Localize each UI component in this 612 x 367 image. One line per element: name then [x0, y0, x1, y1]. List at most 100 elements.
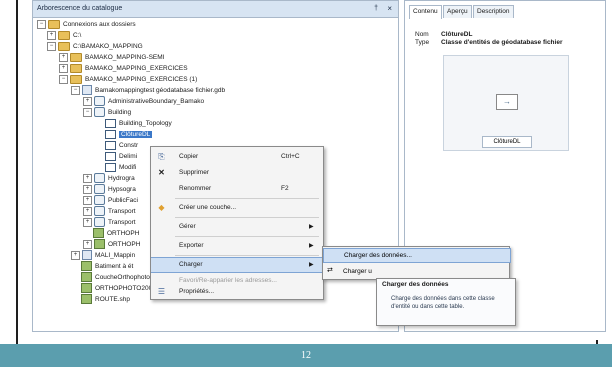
tree-node[interactable]: − BAMAKO_MAPPING_EXERCICES (1) — [59, 74, 197, 85]
expand-icon[interactable]: + — [83, 195, 92, 205]
expand-icon[interactable]: + — [83, 173, 92, 183]
collapse-icon[interactable]: − — [47, 41, 56, 51]
tab-apercu[interactable]: Aperçu — [443, 5, 472, 18]
menu-separator — [175, 217, 319, 218]
catalog-tree-title: Arborescence du catalogue — [37, 5, 123, 12]
load-submenu: Charger des données... ⇄ Charger u — [322, 246, 511, 280]
menu-item-supprimer[interactable]: ✕ Supprimer — [151, 165, 323, 181]
tree-node[interactable]: + MALI_Mappin — [71, 250, 135, 261]
menu-item-gerer[interactable]: Gérer ▶ — [151, 219, 323, 235]
tree-node[interactable]: + BAMAKO_MAPPING_EXERCICES — [59, 63, 188, 74]
collapse-icon[interactable]: − — [83, 107, 92, 117]
feature-class-icon — [105, 162, 116, 172]
geodatabase-icon — [82, 250, 92, 261]
slide-border-left — [16, 0, 18, 350]
tree-node-label: Transport — [108, 208, 136, 215]
shapefile-icon — [81, 272, 92, 283]
tree-node-label: Connexions aux dossiers — [63, 21, 136, 28]
item-preview[interactable]: → ClôtureDL — [443, 55, 569, 151]
tooltip-body: Charge des données dans cette classe d'e… — [391, 296, 495, 310]
tree-node[interactable]: − Building — [83, 107, 131, 118]
tree-node[interactable]: + PublicFaci — [83, 195, 138, 206]
item-properties: Nom ClôtureDL Type Classe d'entités de géo… — [415, 31, 562, 47]
menu-item-charger-donnees[interactable]: Charger des données... — [323, 248, 511, 263]
menu-item-label: Charger des données... — [344, 252, 412, 259]
tree-node[interactable]: ROUTE.shp — [81, 294, 130, 305]
expand-icon[interactable]: + — [47, 30, 56, 40]
menu-item-creer-couche[interactable]: ◆ Créer une couche... — [151, 200, 323, 216]
tree-node-label: AdministrativeBoundary_Bamako — [108, 98, 205, 105]
expand-icon[interactable]: + — [83, 184, 92, 194]
tree-node[interactable]: − C:\BAMAKO_MAPPING — [47, 41, 143, 52]
name-value: ClôtureDL — [441, 31, 473, 38]
raster-icon — [94, 239, 105, 250]
menu-item-charger-autre[interactable]: ⇄ Charger u — [323, 264, 509, 279]
tree-node-label: Constr — [119, 142, 139, 149]
tree-node-label: ORTHOPH — [108, 241, 141, 248]
expand-icon[interactable]: + — [83, 206, 92, 216]
expand-icon[interactable]: + — [83, 96, 92, 106]
tooltip-title: Charger des données — [382, 281, 449, 288]
menu-shortcut: Ctrl+C — [281, 153, 300, 160]
menu-item-label: Copier — [179, 153, 199, 160]
tree-node-label: ROUTE.shp — [95, 296, 131, 303]
tree-node[interactable]: + Transport — [83, 217, 136, 228]
tree-node-label: BAMAKO_MAPPING_EXERCICES — [85, 65, 188, 72]
tab-description[interactable]: Description — [473, 5, 514, 18]
feature-class-icon — [105, 140, 116, 150]
tree-node[interactable]: + Hydrogra — [83, 173, 135, 184]
feature-dataset-icon — [94, 107, 105, 118]
shapefile-icon — [81, 261, 92, 272]
menu-item-exporter[interactable]: Exporter ▶ — [151, 238, 323, 254]
menu-separator — [175, 198, 319, 199]
tree-node[interactable]: + ORTHOPH — [83, 239, 140, 250]
tree-node-label: Hydrogra — [108, 175, 135, 182]
feature-dataset-icon — [94, 206, 105, 217]
close-icon[interactable]: × — [387, 1, 392, 17]
pin-icon[interactable]: † — [374, 1, 378, 17]
folder-icon — [58, 30, 70, 40]
menu-item-renommer[interactable]: Renommer F2 — [151, 181, 323, 197]
tree-node-label: Delimi — [119, 153, 138, 160]
tree-node[interactable]: Building_Topology — [105, 118, 172, 129]
tree-node[interactable]: Batiment à ét — [81, 261, 133, 272]
menu-item-label: Propriétés... — [179, 288, 215, 295]
tree-node[interactable]: − Connexions aux dossiers — [37, 19, 136, 30]
tree-node[interactable]: + C:\ — [47, 30, 81, 41]
tree-node[interactable]: Modifi — [105, 162, 136, 173]
tree-node[interactable]: Constr — [105, 140, 138, 151]
tree-node[interactable]: ORTHOPH — [93, 228, 139, 239]
feature-dataset-icon — [94, 184, 105, 195]
menu-item-copier[interactable]: ⎘ Copier Ctrl+C — [151, 149, 323, 165]
menu-item-label: Charger — [179, 261, 203, 268]
expand-icon[interactable]: + — [83, 217, 92, 227]
collapse-icon[interactable]: − — [71, 85, 80, 95]
tree-node-selected[interactable]: ClôtureDL — [105, 129, 153, 140]
type-value: Classe d'entités de géodatabase fichier — [441, 39, 563, 46]
tree-node-label: Batiment à ét — [95, 263, 134, 270]
folder-icon — [70, 63, 82, 73]
menu-item-label: Gérer — [179, 223, 196, 230]
expand-icon[interactable]: + — [83, 239, 92, 249]
tree-node-label: Modifi — [119, 164, 137, 171]
expand-icon[interactable]: + — [59, 63, 68, 73]
tree-node[interactable]: + Hypsogra — [83, 184, 136, 195]
tree-node[interactable]: + Transport — [83, 206, 136, 217]
expand-icon[interactable]: + — [71, 250, 80, 260]
delete-icon: ✕ — [158, 168, 165, 177]
tree-node[interactable]: + BAMAKO_MAPPING-SEMI — [59, 52, 164, 63]
tooltip: Charger des données Charge des données d… — [376, 278, 516, 326]
menu-item-charger[interactable]: Charger ▶ — [151, 257, 323, 273]
chevron-right-icon: ▶ — [309, 262, 314, 268]
menu-item-proprietes[interactable]: ☰ Propriétés... — [151, 285, 323, 299]
expand-icon[interactable]: + — [59, 52, 68, 62]
tree-node-label: Bamakomappingtest géodatabase fichier.gd… — [95, 87, 226, 94]
tree-node[interactable]: + AdministrativeBoundary_Bamako — [83, 96, 204, 107]
tree-node-label: C:\BAMAKO_MAPPING — [73, 43, 143, 50]
tab-contenu[interactable]: Contenu — [409, 5, 442, 19]
collapse-icon[interactable]: − — [37, 19, 46, 29]
collapse-icon[interactable]: − — [59, 74, 68, 84]
tree-node[interactable]: − Bamakomappingtest géodatabase fichier.g… — [71, 85, 225, 96]
tree-node[interactable]: Delimi — [105, 151, 137, 162]
tree-node-label: ClôtureDL — [119, 131, 153, 138]
